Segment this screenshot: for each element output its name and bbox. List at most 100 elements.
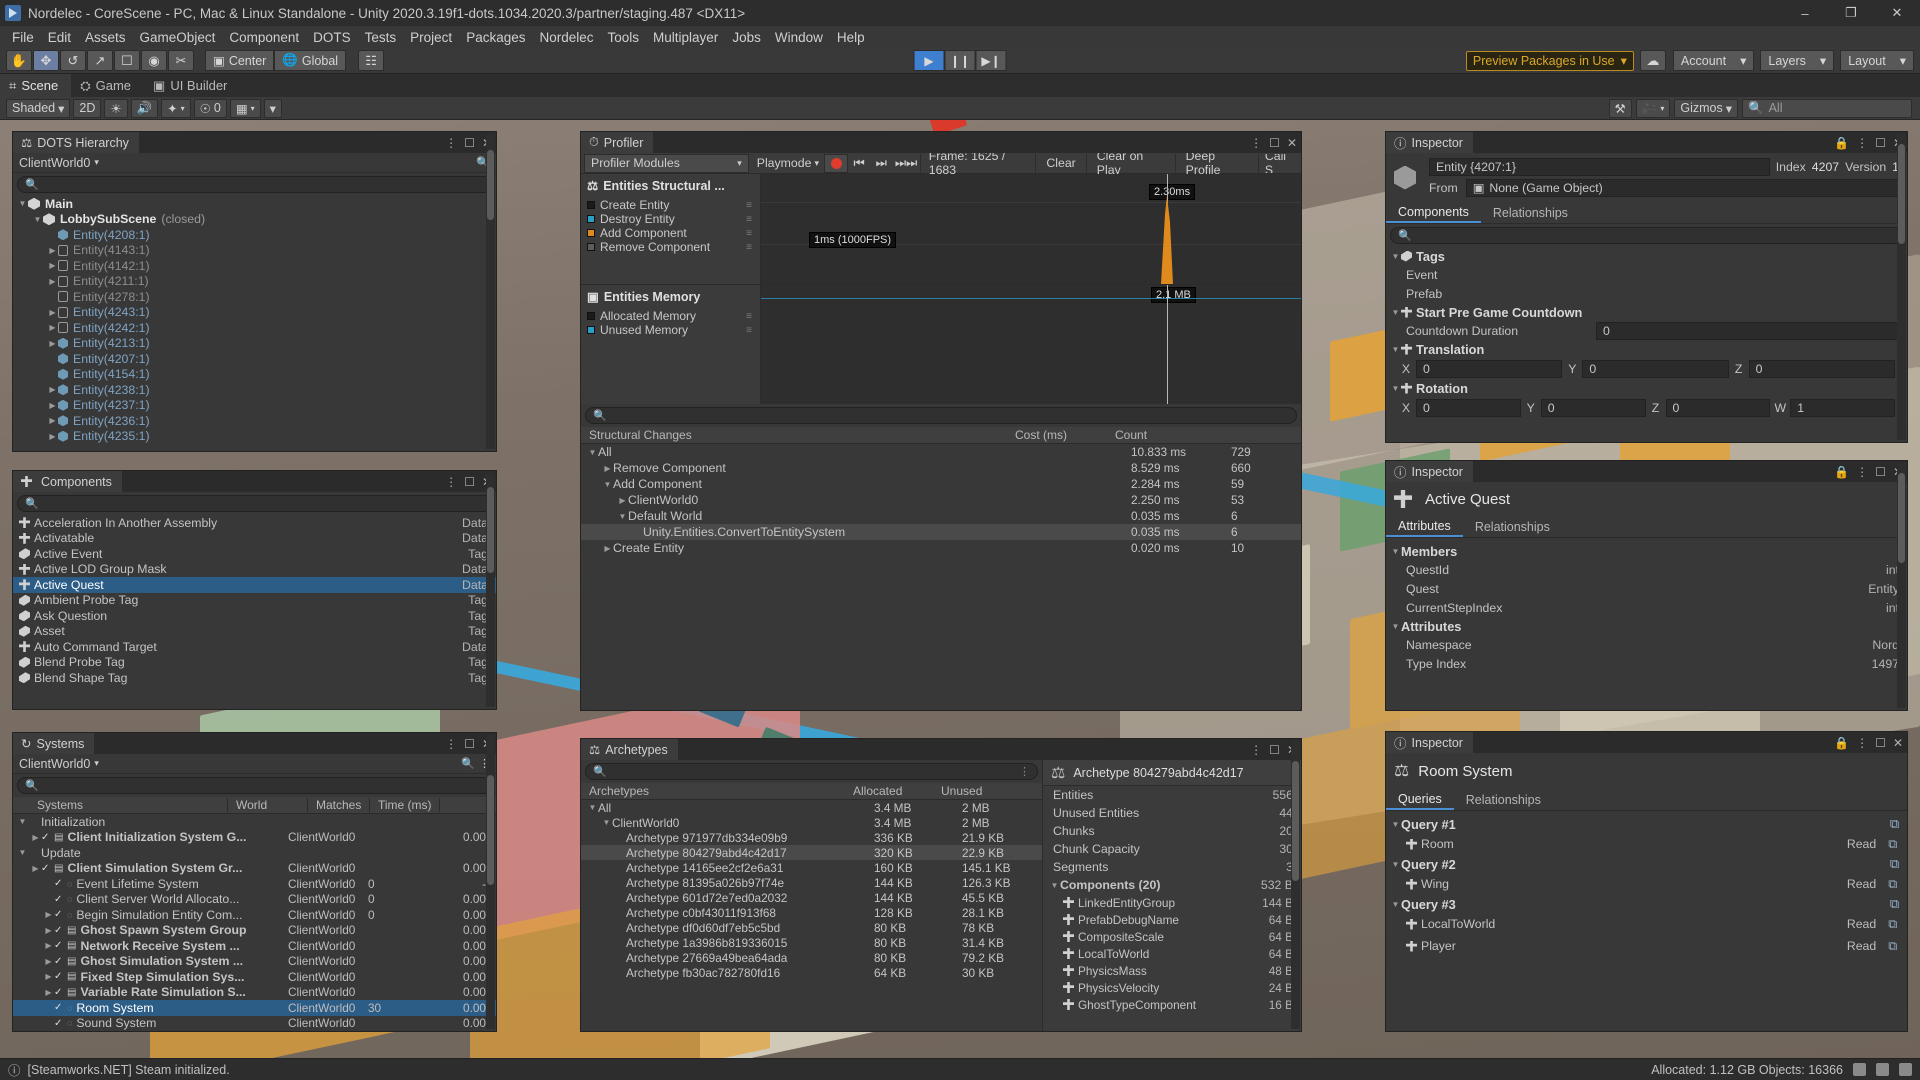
menu-item-dots[interactable]: DOTS	[306, 28, 358, 47]
twisty-icon[interactable]: ▶	[30, 833, 41, 842]
systems-row[interactable]: ▶ ✓ ▤ Fixed Step Simulation Sys... ClientWor…	[13, 969, 496, 985]
profiler-table-row[interactable]: ▶ Create Entity 0.020 ms 10	[581, 540, 1301, 556]
systems-row[interactable]: ▶ ✓ ◌ Begin Simulation Entity Com... ClientW…	[13, 907, 496, 923]
menu-item-help[interactable]: Help	[830, 28, 872, 47]
profiler-col-count[interactable]: Count	[1111, 428, 1181, 442]
inspector-vector-row[interactable]: X0Y0Z0W1	[1386, 397, 1907, 418]
inspector-entity-search-input[interactable]: 🔍	[1390, 227, 1903, 244]
structural-chart[interactable]: 1ms (1000FPS) 2.30ms	[761, 174, 1301, 284]
hierarchy-row[interactable]: ▼ LobbySubScene (closed)	[13, 212, 496, 228]
hierarchy-row-list[interactable]: ▼ Main ▼ LobbySubScene (closed) Entity(4208:…	[13, 196, 496, 451]
tab-inspector-entity[interactable]: ⓘ Inspector	[1386, 132, 1473, 153]
twisty-icon[interactable]: ▶	[47, 246, 58, 255]
maximize-icon[interactable]: ☐	[1875, 736, 1886, 750]
layers-dropdown[interactable]: Layers ▾	[1760, 50, 1835, 71]
profiler-table-row[interactable]: Unity.Entities.ConvertToEntitySystem 0.03…	[581, 524, 1301, 540]
profiler-table-row[interactable]: ▼ Add Component 2.284 ms 59	[581, 476, 1301, 492]
close-button[interactable]: ✕	[1874, 0, 1920, 26]
menu-item-packages[interactable]: Packages	[459, 28, 532, 47]
query-component-row[interactable]: Wing Read ⧉	[1386, 873, 1907, 895]
pivot-mode-button[interactable]: ▣ Center	[205, 50, 275, 71]
profiler-table-row[interactable]: ▼ Default World 0.035 ms 6	[581, 508, 1301, 524]
systems-col-world[interactable]: World	[228, 798, 308, 812]
twisty-icon[interactable]: ▶	[602, 464, 613, 473]
system-enabled-checkbox[interactable]: ✓	[54, 878, 67, 889]
hierarchy-row[interactable]: ▶ Entity(4237:1)	[13, 398, 496, 414]
custom-tool-button[interactable]: ✂	[168, 50, 194, 71]
system-enabled-checkbox[interactable]: ✓	[54, 909, 67, 920]
clear-button[interactable]: Clear	[1035, 153, 1085, 173]
twisty-icon[interactable]: ▶	[47, 308, 58, 317]
preview-packages-dropdown[interactable]: Preview Packages in Use ▾	[1465, 50, 1634, 71]
twisty-icon[interactable]: ▼	[1390, 252, 1401, 261]
tab-ui-builder[interactable]: ▣ UI Builder	[144, 74, 240, 97]
pause-button[interactable]: ❙❙	[944, 50, 976, 71]
hierarchy-row[interactable]: ▶ Entity(4143:1)	[13, 243, 496, 259]
twisty-icon[interactable]: ▼	[1390, 900, 1401, 909]
inspector-quest-tab-attributes[interactable]: Attributes	[1386, 517, 1463, 537]
component-row[interactable]: Acceleration In Another Assembly Data	[13, 515, 496, 531]
twisty-icon[interactable]: ▼	[1390, 820, 1401, 829]
snap-tool-button[interactable]: ☷	[358, 50, 385, 71]
query-external-icon[interactable]: ⧉	[1888, 877, 1897, 892]
menu-item-component[interactable]: Component	[222, 28, 306, 47]
systems-row[interactable]: ▶ ✓ ▤ Ghost Simulation System ... ClientWorl…	[13, 954, 496, 970]
lock-icon[interactable]: 🔒	[1834, 465, 1849, 479]
archetypes-row[interactable]: Archetype fb30ac782780fd16 64 KB 30 KB	[581, 965, 1042, 980]
vector-axis-field-z[interactable]: 0	[1665, 398, 1771, 417]
twisty-icon[interactable]: ▶	[47, 323, 58, 332]
systems-row[interactable]: ✓ ◌ Sound System ClientWorld0 0.00	[13, 1016, 496, 1032]
query-external-icon[interactable]: ⧉	[1888, 837, 1897, 852]
systems-row[interactable]: ✓ ◌ Room System ClientWorld0 30 0.00	[13, 1000, 496, 1016]
status-box-icon-1[interactable]	[1853, 1063, 1866, 1076]
hierarchy-row[interactable]: Entity(4154:1)	[13, 367, 496, 383]
components-row-list[interactable]: Acceleration In Another Assembly Data Acti…	[13, 515, 496, 709]
twisty-icon[interactable]: ▼	[17, 199, 28, 208]
twisty-icon[interactable]: ▶	[43, 957, 54, 966]
rect-tool-button[interactable]: ☐	[114, 50, 140, 71]
quest-attributes-header[interactable]: ▼ Attributes	[1386, 617, 1907, 635]
account-dropdown[interactable]: Account ▾	[1672, 50, 1755, 71]
maximize-icon[interactable]: ☐	[1269, 136, 1280, 150]
system-enabled-checkbox[interactable]: ✓	[41, 832, 54, 843]
inspector-quest-scrollbar[interactable]	[1897, 463, 1906, 708]
systems-col-systems[interactable]: Systems	[13, 798, 228, 812]
archetype-component-row[interactable]: PhysicsVelocity 24 B	[1043, 979, 1301, 996]
archetype-component-row[interactable]: LocalToWorld 64 B	[1043, 945, 1301, 962]
audio-toggle-button[interactable]: 🔊	[130, 98, 159, 118]
maximize-icon[interactable]: ☐	[1269, 743, 1280, 757]
legend-handle[interactable]: ≡	[746, 214, 752, 225]
systems-world-dropdown[interactable]: ClientWorld0	[19, 757, 90, 771]
systems-row-list[interactable]: ▼ Initialization ▶ ✓ ▤ Client Initialization …	[13, 814, 496, 1031]
close-icon[interactable]: ✕	[1893, 736, 1903, 750]
systems-row[interactable]: ✓ ◌ Client Server World Allocato... ClientW…	[13, 892, 496, 908]
twisty-icon[interactable]: ▶	[47, 432, 58, 441]
component-row[interactable]: Active Quest Data	[13, 577, 496, 593]
archetype-detail-scrollbar[interactable]	[1291, 741, 1300, 1029]
components-scrollbar[interactable]	[486, 473, 495, 707]
vector-axis-field-y[interactable]: 0	[1582, 359, 1729, 378]
kebab-menu-icon[interactable]: ⋮	[1250, 136, 1262, 150]
archetypes-row[interactable]: Archetype 971977db334e09b9 336 KB 21.9 KB	[581, 830, 1042, 845]
lock-icon[interactable]: 🔒	[1834, 136, 1849, 150]
inspector-entity-tab-relationships[interactable]: Relationships	[1481, 203, 1580, 223]
twisty-icon[interactable]: ▼	[601, 818, 612, 827]
tab-components[interactable]: Components	[13, 471, 122, 492]
next-frame-button[interactable]: ⏭	[870, 154, 892, 173]
profiler-col-costms[interactable]: Cost (ms)	[1011, 428, 1111, 442]
archetypes-row[interactable]: Archetype 804279abd4c42d17 320 KB 22.9 KB	[581, 845, 1042, 860]
hierarchy-row[interactable]: ▶ Entity(4211:1)	[13, 274, 496, 290]
component-row[interactable]: Auto Command Target Data	[13, 639, 496, 655]
maximize-button[interactable]: ❐	[1828, 0, 1874, 26]
twisty-icon[interactable]: ▼	[1390, 547, 1401, 556]
archetypes-row[interactable]: Archetype df0d60df7eb5c5bd 80 KB 78 KB	[581, 920, 1042, 935]
playmode-dropdown[interactable]: Playmode ▾	[752, 156, 824, 170]
twisty-icon[interactable]: ▶	[47, 277, 58, 286]
inspector-system-content[interactable]: ▼ Query #1 ⧉ Room Read ⧉ ▼ Query #2 ⧉ Wing Read ⧉ ▼ Q…	[1386, 811, 1907, 1031]
twisty-icon[interactable]: ▶	[30, 864, 41, 873]
archetypes-row[interactable]: Archetype 81395a026b97f74e 144 KB 126.3 KB	[581, 875, 1042, 890]
system-enabled-checkbox[interactable]: ✓	[54, 956, 67, 967]
menu-item-edit[interactable]: Edit	[41, 28, 78, 47]
status-box-icon-2[interactable]	[1876, 1063, 1889, 1076]
legend-handle[interactable]: ≡	[746, 200, 752, 211]
